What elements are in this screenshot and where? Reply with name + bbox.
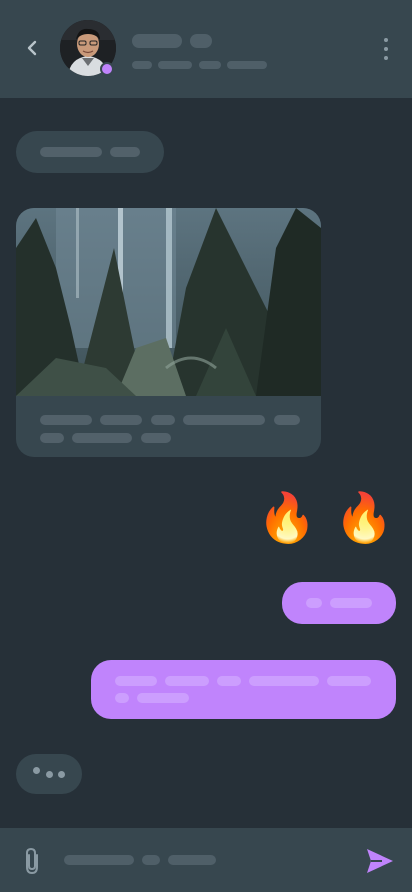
outgoing-emoji-message: 🔥 🔥: [257, 492, 396, 545]
contact-status-placeholder: [132, 56, 268, 74]
forest-waterfall-photo: [16, 208, 321, 396]
online-status-dot: [100, 62, 114, 76]
typing-dot: [58, 771, 65, 778]
image-caption-line2: [40, 430, 300, 448]
back-button[interactable]: [20, 36, 44, 60]
image-caption: [40, 412, 300, 430]
paperclip-icon: [26, 847, 38, 875]
chevron-left-icon: [27, 40, 37, 56]
incoming-message: [16, 131, 164, 173]
more-vertical-icon: [384, 38, 388, 42]
outgoing-message-long: [91, 660, 396, 719]
chat-header: [0, 0, 412, 98]
send-button[interactable]: [366, 848, 394, 874]
message-composer: [0, 828, 412, 892]
more-options-button[interactable]: [382, 38, 390, 60]
typing-dot: [33, 767, 40, 774]
outgoing-message: [282, 582, 396, 624]
attach-button[interactable]: [20, 846, 44, 876]
contact-avatar[interactable]: [60, 20, 116, 76]
typing-dot: [46, 771, 53, 778]
contact-name-placeholder: [132, 34, 213, 53]
typing-indicator: [16, 754, 82, 794]
incoming-image-message[interactable]: [16, 208, 321, 457]
message-input[interactable]: [64, 846, 334, 874]
send-icon: [367, 849, 393, 873]
